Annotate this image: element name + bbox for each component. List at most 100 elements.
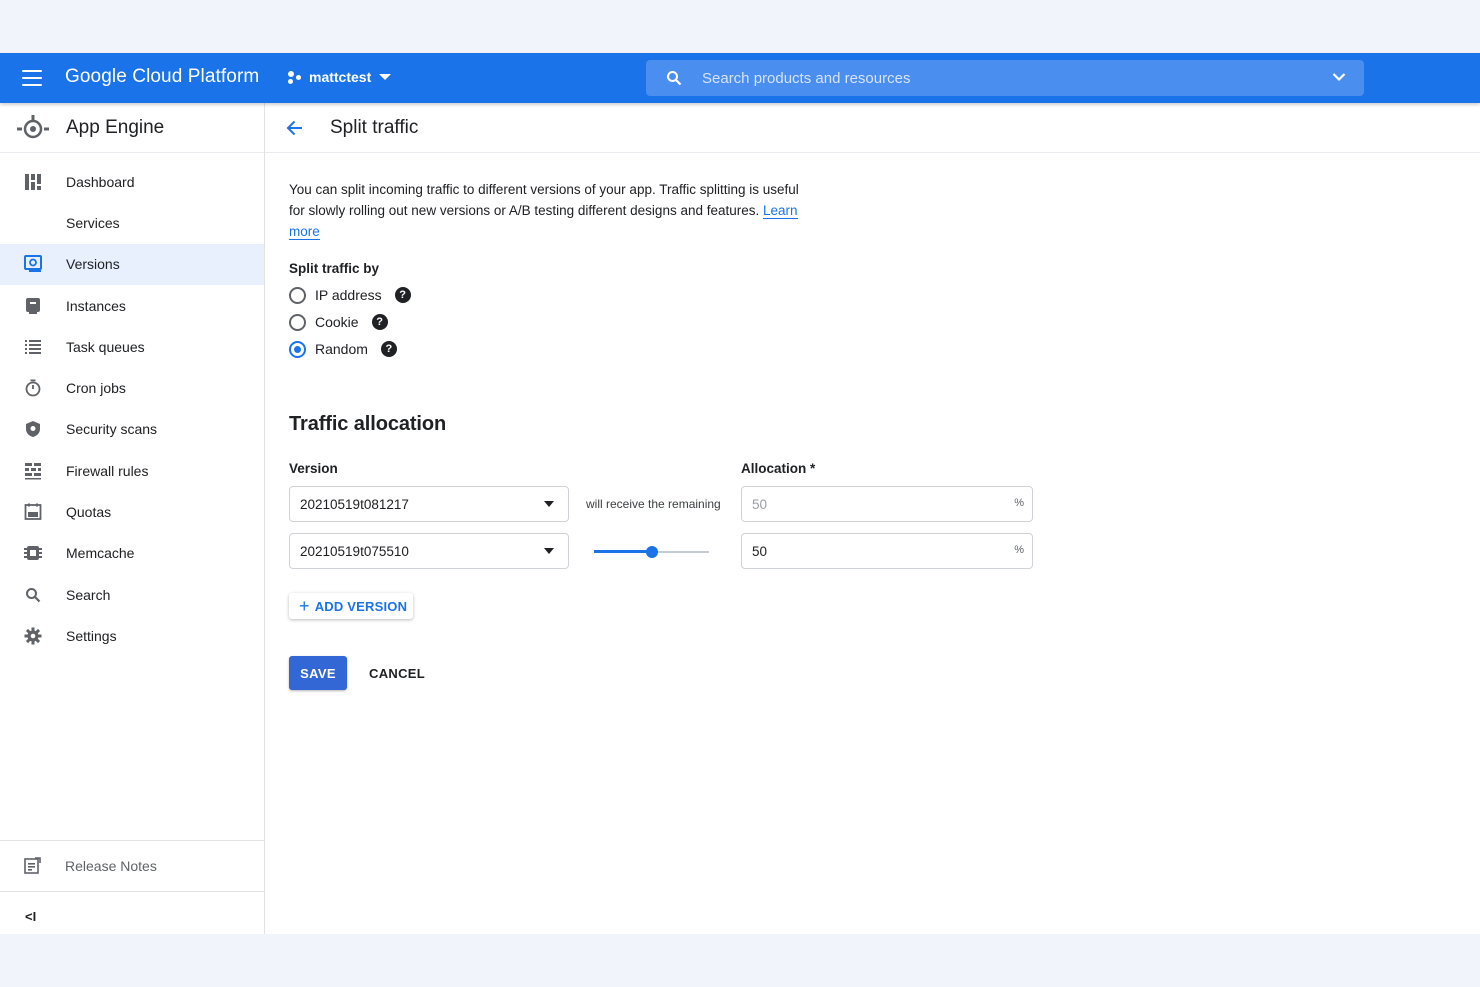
radio-label: Cookie xyxy=(315,314,359,330)
sidebar-item-label: Cron jobs xyxy=(66,380,126,397)
description-text: You can split incoming traffic to differ… xyxy=(289,182,799,218)
project-dots-icon xyxy=(287,69,303,85)
allocation-field-1: % xyxy=(741,486,1033,522)
main-content: Split traffic You can split incoming tra… xyxy=(265,103,1480,934)
page-header: Split traffic xyxy=(265,103,1480,153)
services-icon xyxy=(23,213,42,232)
sidebar-item-label: Versions xyxy=(66,256,120,273)
version-column-label: Version xyxy=(289,461,338,476)
sidebar-item-dashboard[interactable]: Dashboard xyxy=(0,161,264,202)
sidebar-item-label: Memcache xyxy=(66,545,135,562)
radio-cookie[interactable]: Cookie ? xyxy=(289,312,388,332)
add-version-label: ADD VERSION xyxy=(314,598,408,614)
chevron-down-icon[interactable] xyxy=(1332,72,1346,82)
allocation-column-label: Allocation * xyxy=(741,461,816,476)
memcache-icon xyxy=(23,544,42,563)
sidebar-item-instances[interactable]: Instances xyxy=(0,285,264,326)
sidebar-item-cron-jobs[interactable]: Cron jobs xyxy=(0,367,264,408)
project-selector[interactable]: mattctest xyxy=(287,69,392,85)
page-description: You can split incoming traffic to differ… xyxy=(289,179,811,242)
sidebar-item-quotas[interactable]: Quotas xyxy=(0,491,264,532)
dropdown-arrow-icon xyxy=(544,501,554,507)
radio-button[interactable] xyxy=(289,286,306,304)
caret-down-icon xyxy=(379,74,392,80)
project-name: mattctest xyxy=(309,69,372,85)
allocation-slider[interactable] xyxy=(594,542,709,562)
sidebar-item-label: Services xyxy=(66,214,120,231)
dropdown-arrow-icon xyxy=(544,548,554,554)
gear-icon xyxy=(23,626,42,645)
version-select-2[interactable]: 20210519t075510 xyxy=(289,533,569,569)
version-select-1[interactable]: 20210519t081217 xyxy=(289,486,569,522)
sidebar-header: App Engine xyxy=(0,103,264,153)
dashboard-icon xyxy=(23,172,42,191)
search-icon xyxy=(667,71,682,86)
sidebar-item-settings[interactable]: Settings xyxy=(0,615,264,656)
sidebar-item-security-scans[interactable]: Security scans xyxy=(0,409,264,450)
radio-ip-address[interactable]: IP address ? xyxy=(289,285,411,305)
firewall-icon xyxy=(23,461,42,480)
collapse-icon: <I xyxy=(25,909,37,924)
percent-suffix: % xyxy=(1014,497,1024,509)
release-notes-label: Release Notes xyxy=(65,858,157,874)
sidebar-item-label: Dashboard xyxy=(66,173,135,190)
radio-random[interactable]: Random ? xyxy=(289,339,397,359)
plus-icon: + xyxy=(299,596,310,616)
versions-icon xyxy=(23,255,42,274)
traffic-allocation-heading: Traffic allocation xyxy=(289,413,447,435)
split-traffic-by-label: Split traffic by xyxy=(289,261,380,276)
list-icon xyxy=(23,337,42,356)
allocation-input-2[interactable] xyxy=(752,534,1002,568)
shield-icon xyxy=(23,420,42,439)
sidebar-item-memcache[interactable]: Memcache xyxy=(0,533,264,574)
sidebar-item-firewall-rules[interactable]: Firewall rules xyxy=(0,450,264,491)
slider-fill xyxy=(594,550,652,553)
brand-title[interactable]: Google Cloud Platform xyxy=(65,66,259,88)
remaining-text: will receive the remaining xyxy=(586,497,721,511)
sidebar: App Engine Dashboard Services Versions I… xyxy=(0,103,265,934)
release-notes-icon xyxy=(23,856,42,876)
search-bar[interactable] xyxy=(646,60,1364,96)
release-notes-link[interactable]: Release Notes xyxy=(0,840,264,891)
cancel-button[interactable]: CANCEL xyxy=(362,656,432,690)
version-select-value: 20210519t075510 xyxy=(300,544,409,559)
back-arrow-icon[interactable] xyxy=(285,118,305,138)
collapse-sidebar-button[interactable]: <I xyxy=(0,891,264,934)
sidebar-nav: Dashboard Services Versions Instances Ta… xyxy=(0,161,264,657)
main-menu-icon[interactable] xyxy=(22,70,42,86)
radio-label: Random xyxy=(315,341,368,357)
top-app-bar: Google Cloud Platform mattctest xyxy=(0,53,1480,103)
search-icon xyxy=(23,585,42,604)
sidebar-item-label: Search xyxy=(66,586,111,603)
version-select-value: 20210519t081217 xyxy=(300,497,409,512)
radio-button[interactable] xyxy=(289,313,306,331)
percent-suffix: % xyxy=(1014,544,1024,556)
app-engine-logo-icon xyxy=(17,115,49,139)
instances-icon xyxy=(23,296,42,315)
help-icon[interactable]: ? xyxy=(394,287,411,303)
sidebar-title: App Engine xyxy=(66,117,165,138)
allocation-field-2[interactable]: % xyxy=(741,533,1033,569)
radio-label: IP address xyxy=(315,287,382,303)
help-icon[interactable]: ? xyxy=(371,314,388,330)
sidebar-item-label: Firewall rules xyxy=(66,462,149,479)
allocation-input-1 xyxy=(752,487,1002,521)
sidebar-item-search[interactable]: Search xyxy=(0,574,264,615)
sidebar-item-label: Settings xyxy=(66,627,117,644)
page-title: Split traffic xyxy=(330,117,419,138)
help-icon[interactable]: ? xyxy=(380,341,397,357)
sidebar-item-services[interactable]: Services xyxy=(0,202,264,243)
sidebar-item-task-queues[interactable]: Task queues xyxy=(0,326,264,367)
timer-icon xyxy=(23,379,42,398)
slider-thumb[interactable] xyxy=(646,546,658,558)
radio-button-selected[interactable] xyxy=(289,340,306,358)
sidebar-item-versions[interactable]: Versions xyxy=(0,243,264,285)
sidebar-item-label: Instances xyxy=(66,297,126,314)
sidebar-item-label: Task queues xyxy=(66,338,145,355)
save-button[interactable]: SAVE xyxy=(289,656,347,690)
search-input[interactable] xyxy=(702,60,1302,96)
quotas-icon xyxy=(23,503,42,522)
sidebar-item-label: Security scans xyxy=(66,421,158,438)
add-version-button[interactable]: + ADD VERSION xyxy=(289,593,413,619)
sidebar-item-label: Quotas xyxy=(66,504,112,521)
